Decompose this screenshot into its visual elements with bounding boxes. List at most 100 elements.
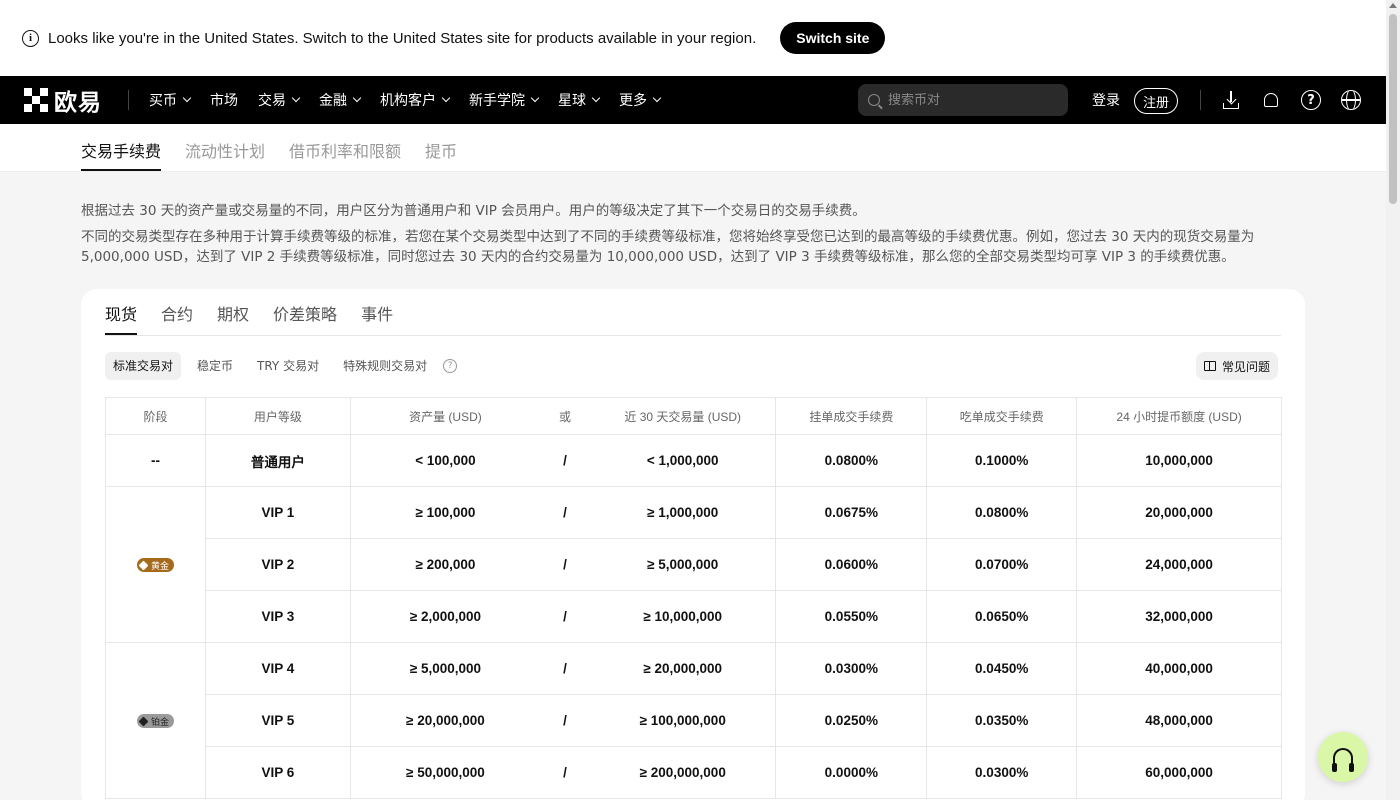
info-icon: i (22, 29, 39, 47)
volume-cell: < 1,000,000 (590, 434, 777, 487)
tab-spread[interactable]: 价差策略 (273, 301, 337, 325)
table-row: -- 普通用户 < 100,000 / < 1,000,000 0.0800% … (105, 434, 1282, 487)
help-icon[interactable]: ? (1299, 88, 1323, 112)
chevron-down-icon (441, 93, 451, 103)
pill-try-pairs[interactable]: TRY 交易对 (249, 352, 327, 380)
col-header-withdraw-limit: 24 小时提币额度 (USD) (1076, 397, 1282, 435)
platinum-tier-badge: 铂金 (136, 714, 174, 729)
register-button[interactable]: 注册 (1134, 88, 1179, 114)
taker-fee-cell: 0.0450% (926, 642, 1078, 695)
download-icon[interactable] (1219, 88, 1243, 112)
taker-fee-cell: 0.0800% (926, 486, 1078, 539)
bell-icon[interactable] (1259, 88, 1283, 112)
subtab-borrow-rates[interactable]: 借币利率和限额 (289, 138, 401, 162)
page-scrollbar[interactable] (1386, 0, 1400, 800)
chevron-down-icon (352, 93, 362, 103)
nav-item-markets[interactable]: 市场 (210, 90, 238, 110)
pill-standard-pairs[interactable]: 标准交易对 (105, 352, 182, 380)
nav-item-planet[interactable]: 星球 (558, 90, 601, 110)
nav-item-label: 更多 (619, 93, 647, 109)
tab-options[interactable]: 期权 (217, 301, 249, 325)
nav-item-finance[interactable]: 金融 (319, 90, 362, 110)
withdraw-limit-cell: 32,000,000 (1076, 590, 1282, 643)
subtab-liquidity-program[interactable]: 流动性计划 (185, 138, 265, 162)
nav-item-learn[interactable]: 新手学院 (469, 90, 540, 110)
nav-item-institutional[interactable]: 机构客户 (380, 90, 451, 110)
table-header-row: 阶段 用户等级 资产量 (USD) 或 近 30 天交易量 (USD) 挂单成交… (105, 397, 1282, 435)
login-link[interactable]: 登录 (1092, 90, 1120, 110)
nav-item-buy[interactable]: 买币 (149, 90, 192, 110)
assets-cell: ≥ 50,000,000 (349, 746, 541, 799)
tab-spot[interactable]: 现货 (105, 301, 137, 325)
logo-mark-icon (24, 88, 48, 112)
top-nav: 欧易 买币 市场 交易 金融 机构客户 新手学院 星球 更多 登录 注册 ? (0, 76, 1386, 124)
maker-fee-cell: 0.0800% (775, 434, 928, 487)
tabs-divider (105, 335, 1281, 336)
nav-item-label: 机构客户 (380, 93, 436, 109)
maker-fee-cell: 0.0675% (775, 486, 928, 539)
scrollbar-thumb[interactable] (1389, 14, 1397, 204)
pill-stablecoins[interactable]: 稳定币 (189, 352, 241, 380)
nav-item-label: 金融 (319, 93, 347, 109)
level-cell: 普通用户 (204, 434, 351, 487)
trade-type-tabs: 现货 合约 期权 价差策略 事件 (105, 301, 417, 325)
assets-cell: ≥ 5,000,000 (349, 642, 541, 695)
fee-description-1: 根据过去 30 天的资产量或交易量的不同，用户区分为普通用户和 VIP 会员用户… (81, 203, 866, 219)
table-row: 铂金 VIP 4 ≥ 5,000,000 / ≥ 20,000,000 0.03… (105, 642, 1282, 799)
nav-divider (128, 90, 129, 110)
search-box[interactable] (858, 84, 1068, 116)
globe-icon[interactable] (1339, 88, 1363, 112)
question-icon[interactable]: ? (443, 359, 458, 373)
badge-label: 黄金 (150, 561, 169, 572)
col-header-volume: 近 30 天交易量 (USD) (590, 397, 777, 435)
nav-divider (1200, 90, 1201, 110)
or-cell: / (540, 590, 591, 643)
taker-fee-cell: 0.1000% (926, 434, 1078, 487)
logo[interactable]: 欧易 (24, 83, 102, 117)
level-cell: VIP 1 (204, 486, 351, 539)
or-cell: / (540, 746, 591, 799)
headset-icon (1332, 748, 1354, 772)
subtab-withdrawal[interactable]: 提币 (425, 138, 457, 162)
assets-cell: ≥ 200,000 (349, 538, 541, 591)
diamond-icon (138, 716, 149, 727)
col-header-or: 或 (540, 397, 591, 435)
stage-cell: -- (105, 434, 206, 487)
region-banner: i Looks like you're in the United States… (0, 0, 1386, 76)
switch-site-button[interactable]: Switch site (780, 22, 886, 54)
table-row: VIP 5 ≥ 20,000,000 / ≥ 100,000,000 0.025… (106, 694, 1282, 747)
nav-item-label: 交易 (258, 93, 286, 109)
page-subtabs: 交易手续费 流动性计划 借币利率和限额 提币 (0, 124, 1386, 172)
tab-events[interactable]: 事件 (361, 301, 393, 325)
col-header-level: 用户等级 (204, 397, 351, 435)
logo-text: 欧易 (54, 90, 102, 116)
nav-item-trade[interactable]: 交易 (258, 90, 301, 110)
book-icon (1204, 361, 1216, 371)
taker-fee-cell: 0.0700% (926, 538, 1078, 591)
col-header-maker-fee: 挂单成交手续费 (775, 397, 928, 435)
support-chat-button[interactable] (1318, 732, 1368, 782)
nav-menu: 买币 市场 交易 金融 机构客户 新手学院 星球 更多 (149, 90, 680, 110)
tab-futures[interactable]: 合约 (161, 301, 193, 325)
faq-label: 常见问题 (1222, 359, 1271, 374)
withdraw-limit-cell: 60,000,000 (1076, 746, 1282, 799)
nav-item-label: 市场 (210, 93, 238, 109)
subtab-trading-fees[interactable]: 交易手续费 (81, 138, 161, 162)
or-cell: / (540, 694, 591, 747)
nav-item-more[interactable]: 更多 (619, 90, 662, 110)
chevron-down-icon (652, 93, 662, 103)
active-subtab-indicator (81, 169, 161, 171)
nav-item-label: 星球 (558, 93, 586, 109)
search-icon (868, 94, 880, 106)
level-cell: VIP 3 (204, 590, 351, 643)
or-cell: / (540, 642, 591, 695)
taker-fee-cell: 0.0650% (926, 590, 1078, 643)
faq-button[interactable]: 常见问题 (1196, 352, 1279, 380)
maker-fee-cell: 0.0550% (775, 590, 928, 643)
volume-cell: ≥ 10,000,000 (590, 590, 777, 643)
level-cell: VIP 6 (204, 746, 351, 799)
pill-special-pairs[interactable]: 特殊规则交易对 (335, 352, 435, 380)
scroll-up-arrow-icon[interactable] (1389, 3, 1397, 8)
level-cell: VIP 2 (204, 538, 351, 591)
search-input[interactable] (888, 92, 1058, 108)
